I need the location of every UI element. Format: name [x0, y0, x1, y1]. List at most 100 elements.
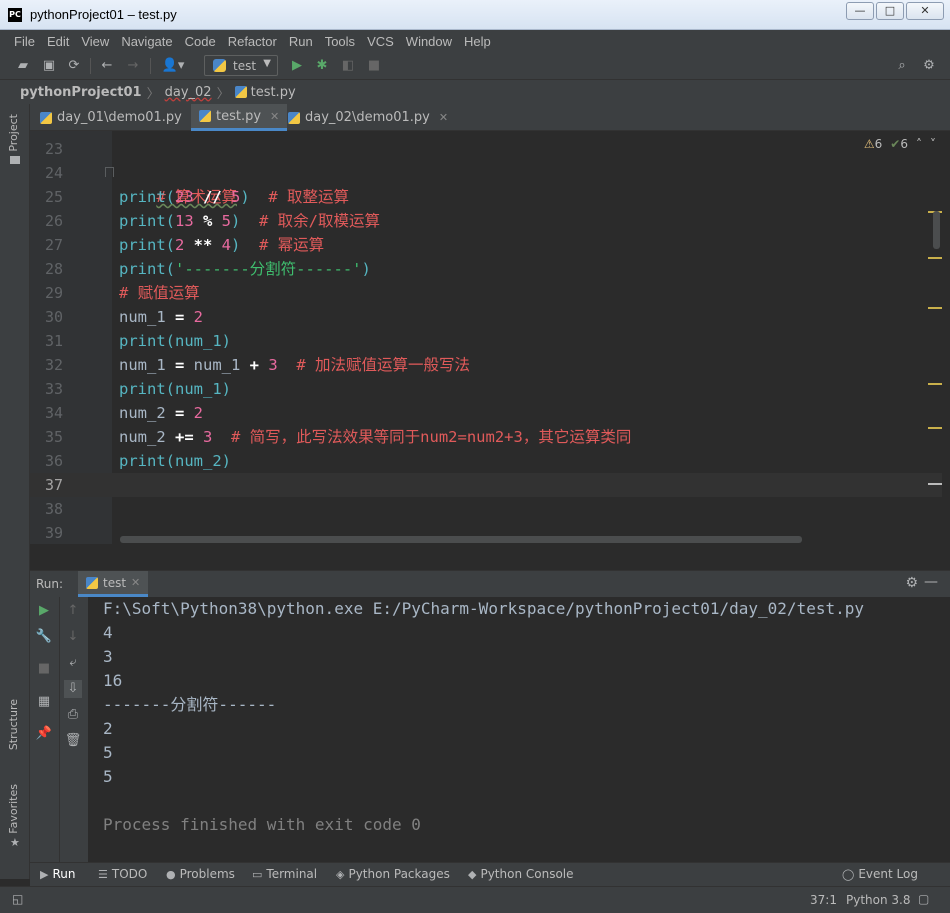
user-dropdown-icon[interactable]: 👤▾ [160, 57, 186, 75]
folder-icon [10, 156, 20, 164]
fold-marker-icon[interactable] [105, 167, 114, 177]
tool-tab-label: Python Console [480, 867, 574, 881]
breadcrumb-file[interactable]: test.py [234, 85, 296, 100]
ok-count[interactable]: ✔6 [890, 137, 908, 151]
line-number: 33 [45, 380, 64, 398]
menu-window[interactable]: Window [400, 34, 458, 49]
tool-tab-problems[interactable]: ● Problems [166, 867, 235, 881]
print-icon[interactable]: ⎙ [64, 706, 82, 724]
close-tab-icon[interactable]: ✕ [439, 111, 448, 124]
run-configuration-select[interactable]: test ▼ [204, 55, 278, 76]
tab-day01-demo01[interactable]: day_01\demo01.py ✕ [32, 104, 208, 131]
save-icon[interactable]: ▣ [40, 57, 58, 75]
minimize-button[interactable]: — [846, 2, 874, 20]
menu-view[interactable]: View [75, 34, 115, 49]
rerun-icon[interactable]: ▶ [35, 602, 53, 620]
line-number: 35 [45, 428, 64, 446]
menu-code[interactable]: Code [179, 34, 222, 49]
tab-label: day_02\demo01.py [305, 110, 430, 125]
menu-file[interactable]: File [8, 34, 41, 49]
close-button[interactable]: ✕ [906, 2, 944, 20]
debug-icon[interactable]: ✱ [313, 57, 331, 75]
tab-day02-demo01[interactable]: day_02\demo01.py ✕ [280, 104, 456, 131]
tool-tab-python-console[interactable]: ◆ Python Console [468, 867, 574, 881]
arrow-up-icon[interactable]: ↑ [64, 602, 82, 620]
pin-icon[interactable]: 📌 [35, 725, 53, 743]
layout-icon[interactable]: ▦ [35, 693, 53, 711]
search-icon[interactable]: ⌕ [893, 57, 911, 75]
menu-run[interactable]: Run [283, 34, 319, 49]
tab-label: test.py [216, 108, 262, 124]
open-folder-icon[interactable]: ▰ [14, 57, 32, 75]
error-stripe-marker[interactable] [928, 257, 942, 259]
close-tab-icon[interactable]: ✕ [131, 576, 140, 589]
favorites-tool-tab[interactable]: Favorites [7, 784, 20, 834]
menu-navigate[interactable]: Navigate [115, 34, 178, 49]
code-token: 5 [221, 212, 232, 230]
soft-wrap-icon[interactable]: ⤶ [64, 654, 82, 672]
menu-vcs[interactable]: VCS [361, 34, 400, 49]
caret-position[interactable]: 37:1 [810, 893, 837, 907]
run-tool-window: Run: test ✕ ⚙ — ▶ 🔧 ■ ▦ 📌 ↑ ↓ ⤶ ⇩ ⎙ 🗑 F:… [30, 570, 950, 863]
menu-tools[interactable]: Tools [319, 34, 361, 49]
close-tab-icon[interactable]: ✕ [270, 110, 279, 123]
project-tool-tab[interactable]: Project [7, 114, 20, 152]
console-line: -------分割符------ [103, 695, 277, 714]
structure-tool-tab[interactable]: Structure [7, 699, 20, 750]
coverage-icon[interactable]: ◧ [339, 57, 357, 75]
error-stripe-marker[interactable] [928, 427, 942, 429]
forward-arrow-icon[interactable]: → [124, 57, 142, 75]
maximize-button[interactable]: □ [876, 2, 904, 20]
toggle-panels-icon[interactable]: ◱ [12, 892, 23, 906]
checkmark-icon: ✔ [890, 137, 901, 151]
breadcrumb: pythonProject01 〉 day_02 〉 test.py [0, 80, 950, 104]
wrench-icon[interactable]: 🔧 [35, 628, 53, 646]
tool-tab-run[interactable]: ▶ Run [40, 867, 75, 881]
scroll-to-end-icon[interactable]: ⇩ [64, 680, 82, 698]
line-number: 25 [45, 188, 64, 206]
breadcrumb-folder[interactable]: day_02 [165, 85, 212, 100]
menu-bar: File Edit View Navigate Code Refactor Ru… [0, 30, 950, 52]
event-log-button[interactable]: ◯ Event Log [842, 867, 918, 881]
tool-tab-label: Problems [179, 867, 235, 881]
code-editor[interactable]: 23 24 25 26 27 28 29 30 31 32 33 34 35 3… [30, 131, 942, 544]
menu-edit[interactable]: Edit [41, 34, 75, 49]
code-token: 5 [231, 188, 241, 206]
console-output[interactable]: F:\Soft\Python38\python.exe E:/PyCharm-W… [103, 597, 943, 837]
console-line: 2 [103, 719, 113, 738]
minimize-panel-icon[interactable]: — [924, 574, 938, 590]
horizontal-scrollbar[interactable] [120, 536, 802, 543]
tab-test[interactable]: test.py ✕ [191, 104, 288, 131]
gear-icon[interactable]: ⚙ [905, 575, 918, 591]
run-tab-test[interactable]: test ✕ [78, 571, 149, 597]
code-token: = [165, 404, 194, 422]
back-arrow-icon[interactable]: ← [98, 57, 116, 75]
stop-icon[interactable]: ■ [365, 57, 383, 75]
stop-icon[interactable]: ■ [35, 660, 53, 678]
menu-refactor[interactable]: Refactor [222, 34, 283, 49]
chevron-up-icon[interactable]: ˄ [916, 137, 922, 151]
menu-help[interactable]: Help [458, 34, 497, 49]
lock-icon[interactable]: ▢ [918, 892, 929, 906]
tool-tab-todo[interactable]: ☰ TODO [98, 867, 147, 881]
chevron-right-icon: 〉 [216, 86, 230, 102]
chevron-down-icon[interactable]: ˅ [930, 137, 936, 151]
run-icon[interactable]: ▶ [288, 57, 306, 75]
console-line: 5 [103, 767, 113, 786]
trash-icon[interactable]: 🗑 [64, 732, 82, 750]
tool-tab-terminal[interactable]: ▭ Terminal [252, 867, 317, 881]
warning-count[interactable]: ⚠6 [864, 137, 882, 151]
inspection-widget[interactable]: ⚠6 ✔6 ˄ ˅ [864, 137, 936, 151]
arrow-down-icon[interactable]: ↓ [64, 628, 82, 646]
tool-tab-python-packages[interactable]: ◈ Python Packages [336, 867, 450, 881]
error-stripe-marker[interactable] [928, 307, 942, 309]
caret-stripe-marker [928, 483, 942, 485]
interpreter-selector[interactable]: Python 3.8 [846, 893, 911, 907]
sync-icon[interactable]: ⟳ [65, 57, 83, 75]
vertical-scrollbar[interactable] [933, 211, 940, 249]
settings-icon[interactable]: ⚙ [920, 57, 938, 75]
breadcrumb-project[interactable]: pythonProject01 [20, 85, 142, 100]
console-line: F:\Soft\Python38\python.exe E:/PyCharm-W… [103, 599, 864, 618]
code-token: print(num_2) [119, 452, 231, 470]
error-stripe-marker[interactable] [928, 383, 942, 385]
